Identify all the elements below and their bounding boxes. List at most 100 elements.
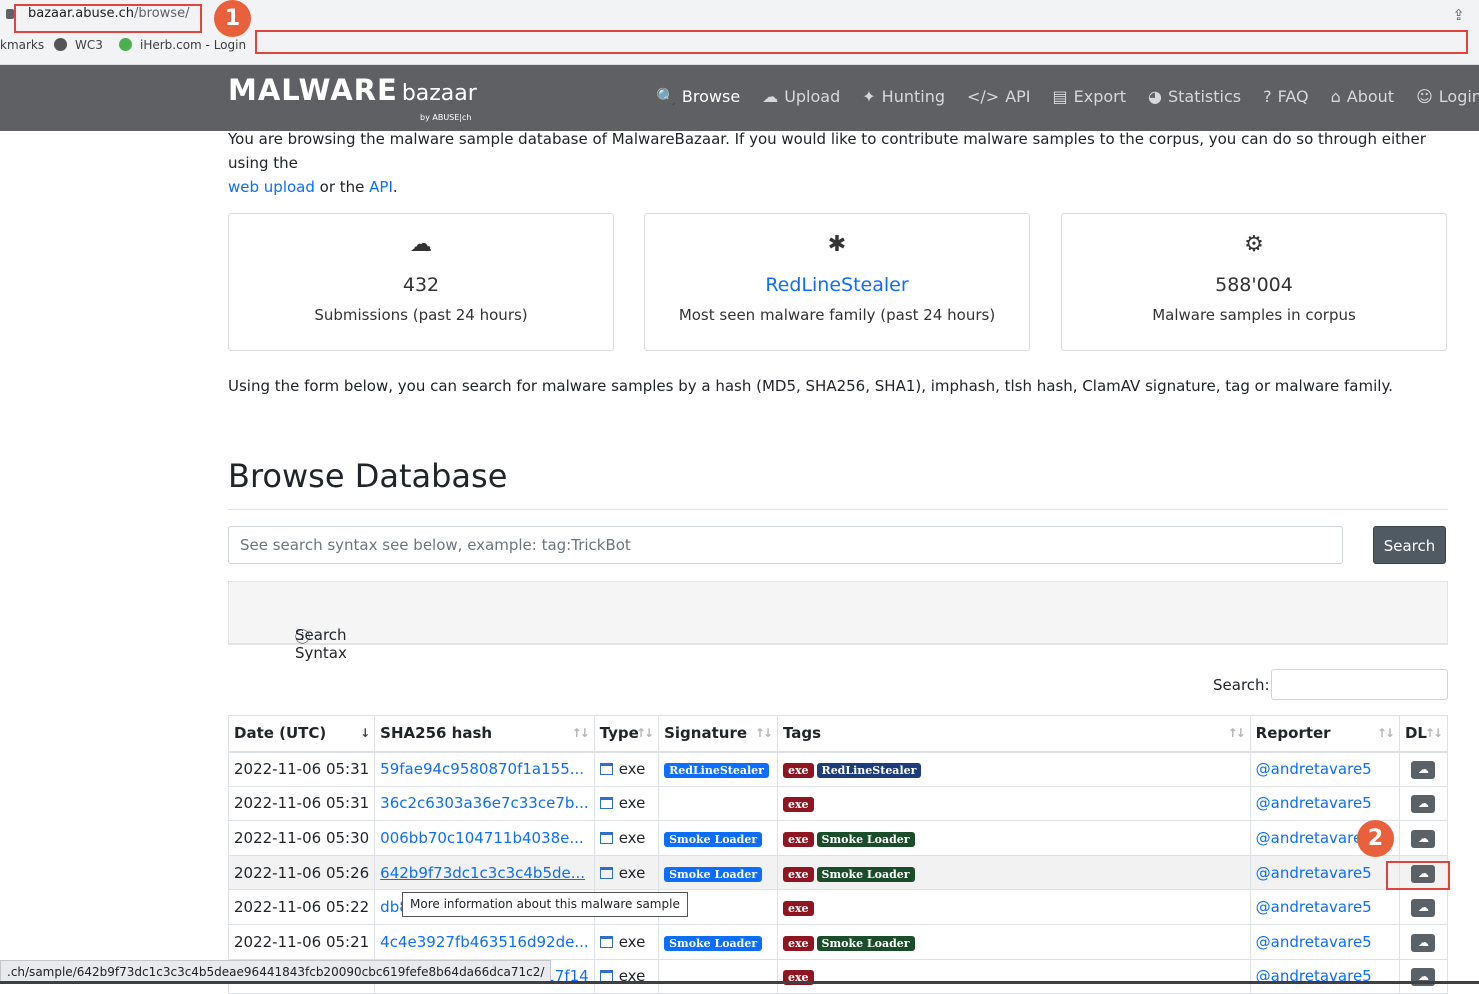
share-icon[interactable]: ⇪ (1452, 6, 1465, 24)
nav-statistics[interactable]: ◕ Statistics (1148, 87, 1241, 106)
corpus-label: Malware samples in corpus (1152, 306, 1356, 324)
hash-link[interactable]: 4c4e3927fb463516d92de... (380, 933, 588, 951)
download-icon[interactable]: ☁ (1411, 761, 1436, 780)
top-family-label: Most seen malware family (past 24 hours) (678, 306, 996, 324)
export-icon: ▤ (1052, 87, 1068, 106)
submissions-label: Submissions (past 24 hours) (314, 306, 528, 324)
col-reporter[interactable]: Reporter ↑↓ (1250, 715, 1400, 753)
top-family-card: ✱ RedLineStealer Most seen malware famil… (644, 213, 1030, 351)
corpus-count: 588'004 (1215, 274, 1293, 296)
tag-badge[interactable]: exe (782, 935, 814, 951)
corpus-card: ⚙ 588'004 Malware samples in corpus (1061, 213, 1447, 351)
reporter-link[interactable]: @andretavare5 (1256, 864, 1372, 882)
hash-tooltip: More information about this malware samp… (402, 892, 688, 917)
building-icon: ⌂ (1330, 87, 1341, 106)
download-icon[interactable]: ☁ (1411, 795, 1436, 814)
nav-faq[interactable]: ? FAQ (1263, 87, 1309, 106)
bookmark-item[interactable]: kmarks (0, 38, 44, 52)
file-icon (599, 935, 613, 948)
nav-hunting[interactable]: ✦ Hunting (862, 87, 945, 106)
signature-badge[interactable]: RedLineStealer (664, 763, 769, 779)
col-dl[interactable]: DL ↑↓ (1399, 715, 1449, 753)
globe-icon (54, 38, 67, 51)
hunting-icon: ✦ (862, 87, 876, 106)
type-text: exe (618, 794, 646, 813)
signature-badge[interactable]: Smoke Loader (664, 935, 763, 951)
search-syntax-panel[interactable]: Search Syntax ⓘ (228, 581, 1448, 662)
file-icon (599, 866, 613, 879)
nav-api[interactable]: </> API (967, 87, 1031, 106)
tag-badge[interactable]: Smoke Loader (816, 935, 915, 951)
user-icon: ☺ (1416, 87, 1433, 106)
reporter-link[interactable]: @andretavare5 (1256, 898, 1372, 916)
table-row: 2022-11-06 05:31 36c2c6303a36e7c33ce7b..… (227, 786, 1449, 822)
bug-icon: ✱ (827, 232, 847, 257)
reporter-link[interactable]: @andretavare5 (1256, 933, 1372, 951)
sort-icon: ↓ (360, 726, 370, 740)
col-type[interactable]: Type ↑↓ (594, 715, 660, 753)
hash-link[interactable]: 59fae94c9580870f1a155... (380, 760, 584, 778)
stats-cards: ☁ 432 Submissions (past 24 hours) ✱ RedL… (228, 213, 1448, 351)
api-link[interactable]: API (369, 178, 393, 196)
download-icon[interactable]: ☁ (1411, 829, 1436, 848)
type-text: exe (618, 828, 646, 847)
submissions-count: 432 (402, 274, 440, 296)
signature-badge[interactable]: Smoke Loader (664, 831, 763, 847)
search-description: Using the form below, you can search for… (228, 377, 1393, 395)
nav-login[interactable]: ☺ Login (1416, 87, 1479, 106)
reporter-link[interactable]: @andretavare5 (1256, 829, 1372, 847)
sort-icon: ↑↓ (754, 726, 773, 740)
site-logo[interactable]: MALWARE bazaar by ABUSE|ch (228, 73, 477, 122)
col-signature[interactable]: Signature ↑↓ (658, 715, 778, 753)
divider (228, 509, 1448, 510)
sort-icon: ↑↓ (1227, 726, 1246, 740)
table-search-input[interactable] (1271, 669, 1448, 700)
hash-link[interactable]: 36c2c6303a36e7c33ce7b... (380, 794, 589, 812)
bookmark-item[interactable]: iHerb.com - Login (119, 38, 246, 52)
top-family-link[interactable]: RedLineStealer (645, 274, 1029, 296)
type-text: exe (618, 760, 646, 779)
bookmark-item[interactable]: WC3 (54, 38, 103, 52)
reporter-link[interactable]: @andretavare5 (1256, 760, 1372, 778)
date-cell: 2022-11-06 05:31 (227, 786, 376, 822)
table-row: 2022-11-06 05:21 4c4e3927fb463516d92de..… (227, 924, 1449, 960)
nav-export[interactable]: ▤ Export (1053, 87, 1127, 106)
signature-badge[interactable]: Smoke Loader (664, 866, 763, 882)
annotation-box-bar (255, 30, 1468, 54)
col-tags[interactable]: Tags ↑↓ (777, 715, 1251, 753)
submissions-card: ☁ 432 Submissions (past 24 hours) (228, 213, 614, 351)
nav-browse[interactable]: 🔍 Browse (656, 87, 740, 106)
reporter-link[interactable]: @andretavare5 (1256, 794, 1372, 812)
tag-badge[interactable]: exe (782, 901, 814, 917)
col-sha256[interactable]: SHA256 hash ↑↓ (374, 715, 595, 753)
tag-badge[interactable]: RedLineStealer (816, 763, 922, 779)
tag-badge[interactable]: Smoke Loader (816, 866, 915, 882)
download-icon[interactable]: ☁ (1411, 933, 1436, 952)
tag-badge[interactable]: exe (782, 866, 814, 882)
hash-link[interactable]: 006bb70c104711b4038e... (380, 829, 584, 847)
table-row: 2022-11-06 05:30 006bb70c104711b4038e...… (227, 820, 1449, 856)
search-button[interactable]: Search (1373, 526, 1446, 564)
annotation-box-url (14, 4, 202, 33)
pie-chart-icon: ◕ (1148, 87, 1162, 106)
date-cell: 2022-11-06 05:22 (227, 889, 376, 925)
tag-badge[interactable]: exe (782, 763, 814, 779)
tag-badge[interactable]: exe (782, 797, 814, 813)
tag-badge[interactable]: exe (782, 831, 814, 847)
nav-about[interactable]: ⌂ About (1331, 87, 1394, 106)
hash-link[interactable]: 642b9f73dc1c3c3c4b5de... (380, 864, 585, 882)
cloud-upload-icon: ☁ (410, 232, 432, 257)
tag-badge[interactable]: Smoke Loader (816, 831, 915, 847)
col-date[interactable]: Date (UTC) ↓ (227, 715, 376, 753)
type-text: exe (618, 863, 646, 882)
web-upload-link[interactable]: web upload (228, 178, 315, 196)
search-input[interactable]: See search syntax see below, example: ta… (228, 526, 1343, 564)
nav-upload[interactable]: ☁ Upload (762, 87, 840, 106)
code-icon: </> (966, 87, 1000, 106)
sort-icon: ↑↓ (636, 726, 654, 740)
sort-icon: ↑↓ (571, 726, 590, 740)
table-row: 2022-11-06 05:26 642b9f73dc1c3c3c4b5de..… (227, 855, 1449, 891)
question-circle-icon[interactable]: ⓘ (295, 626, 310, 647)
sort-icon: ↑↓ (1376, 726, 1395, 740)
download-icon[interactable]: ☁ (1411, 899, 1436, 918)
